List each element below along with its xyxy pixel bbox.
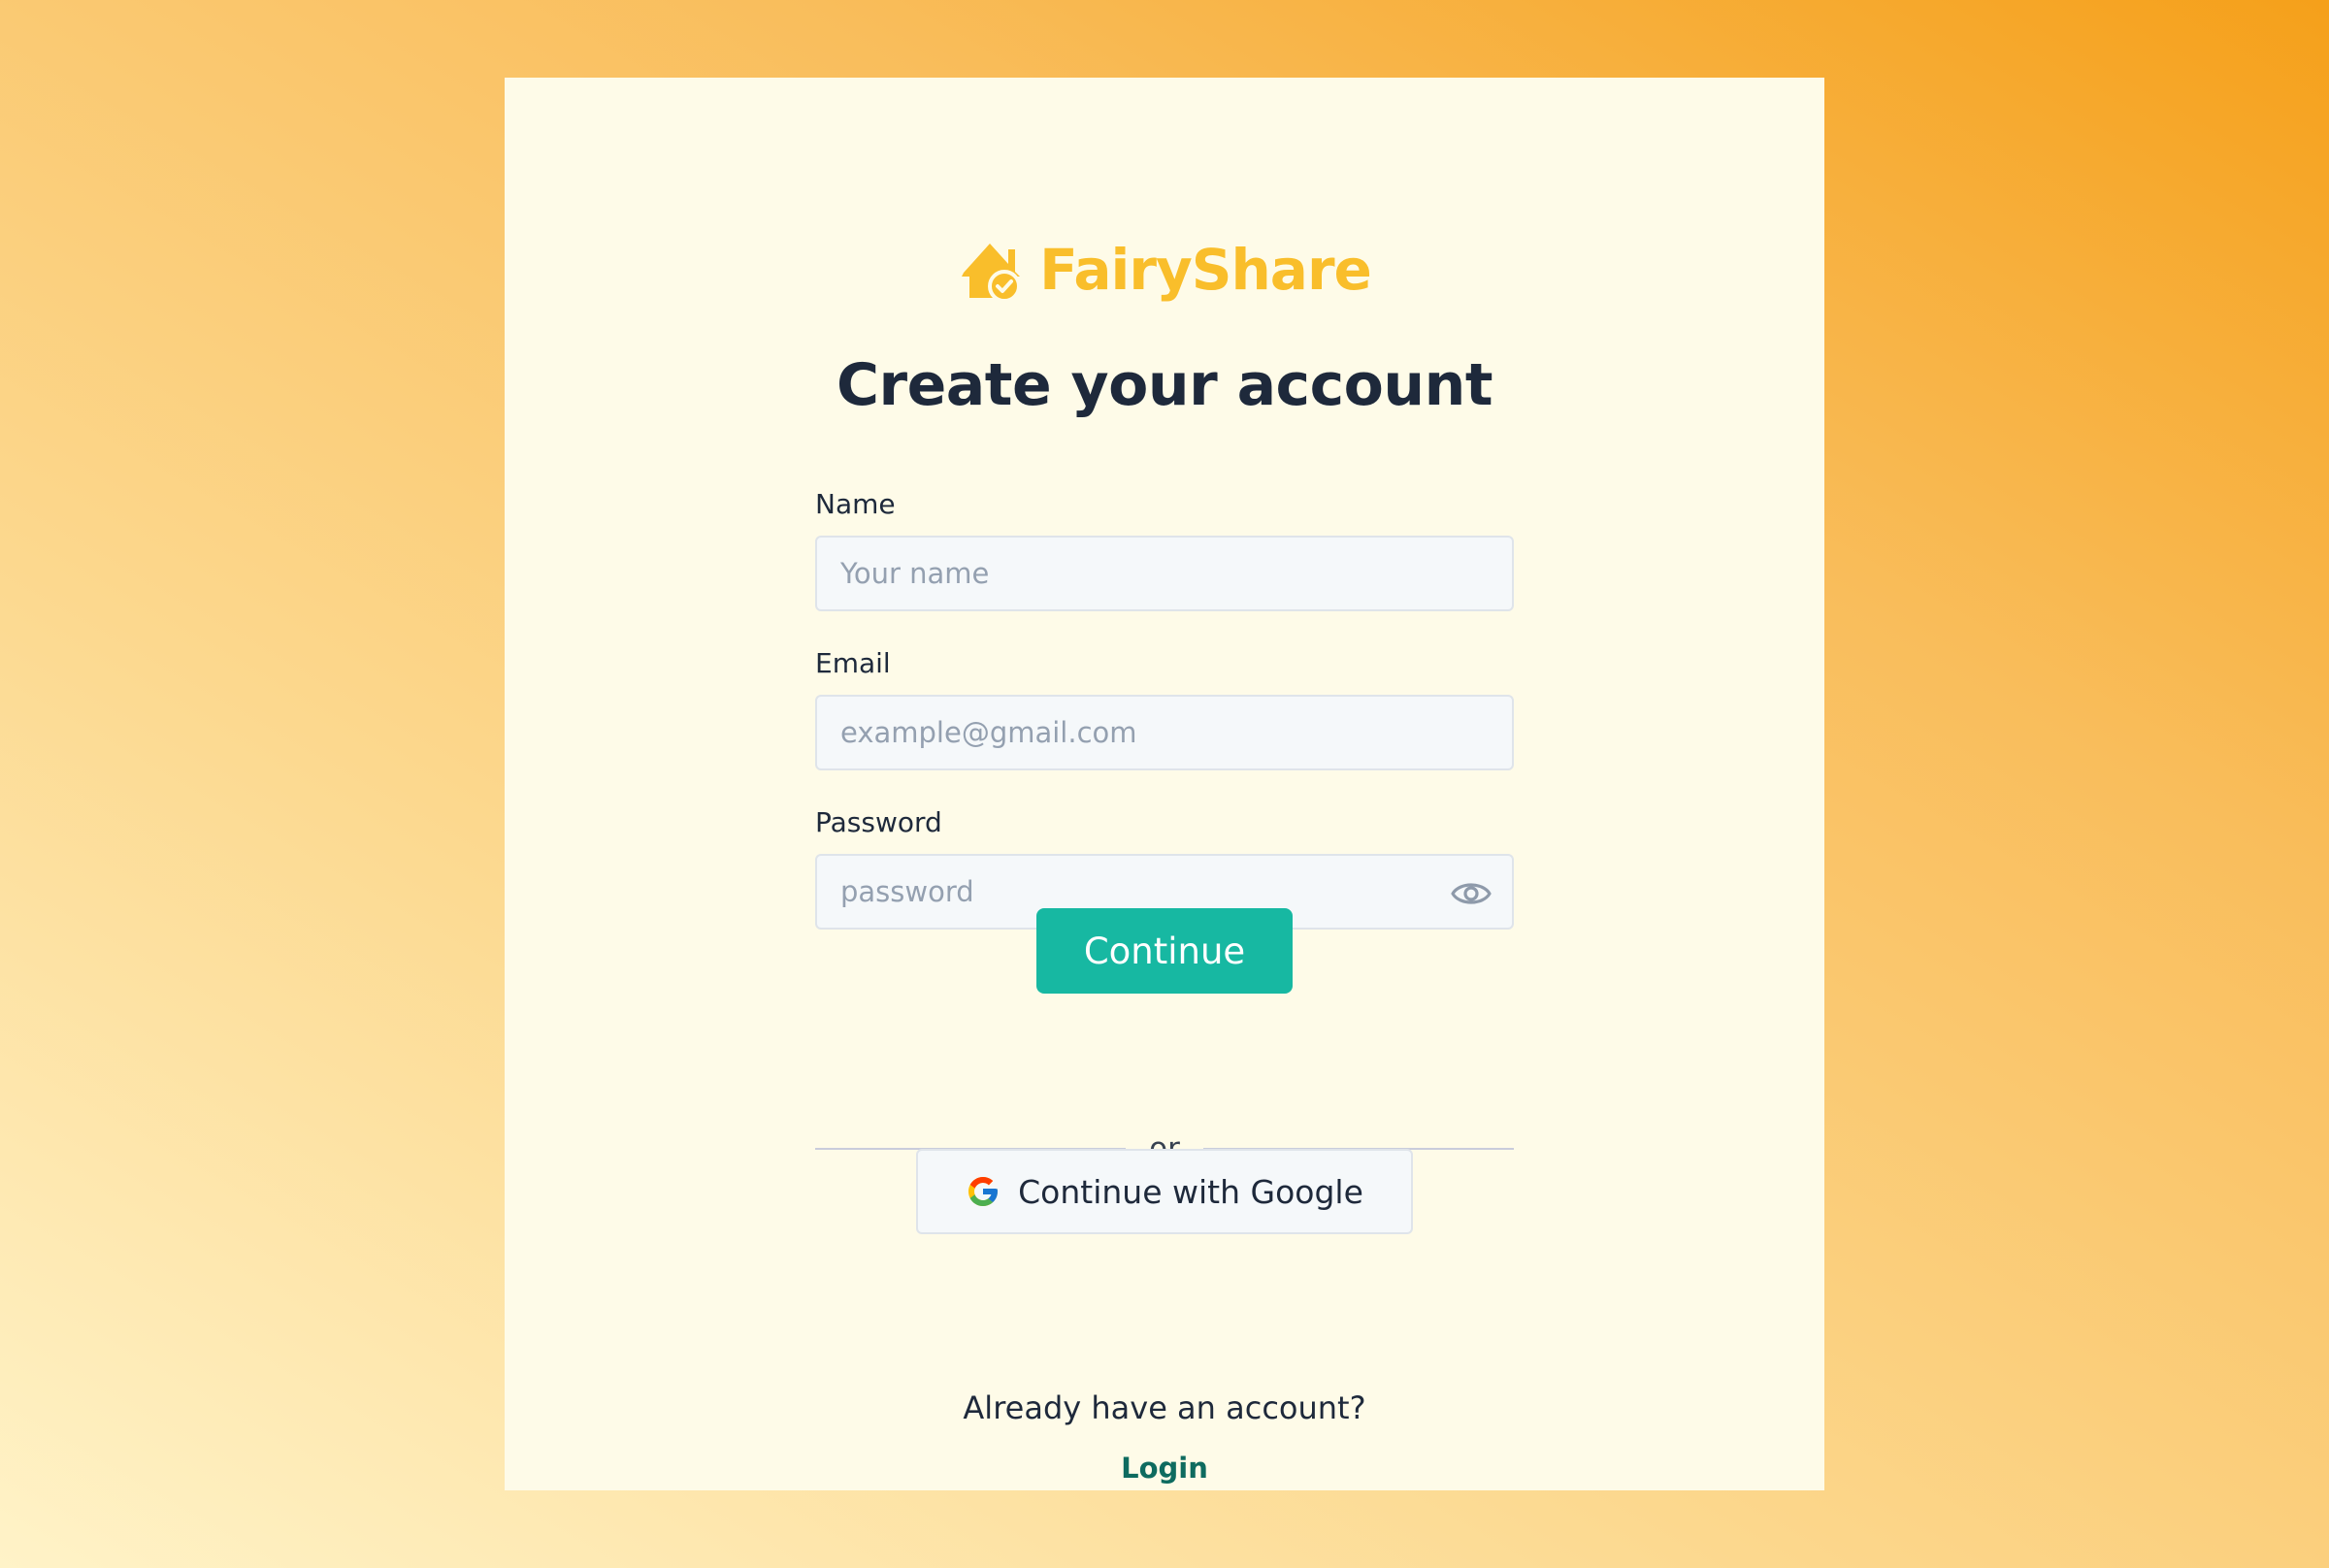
signup-card: FairyShare Create your account Name Emai… (505, 78, 1824, 1490)
email-input[interactable] (817, 697, 1512, 768)
email-label: Email (815, 647, 891, 679)
brand-name: FairyShare (1039, 237, 1372, 303)
google-button-label: Continue with Google (1018, 1172, 1363, 1211)
google-icon (968, 1177, 999, 1206)
login-prompt: Already have an account? (963, 1389, 1366, 1426)
name-input[interactable] (817, 538, 1512, 609)
eye-icon[interactable] (1450, 874, 1493, 913)
name-label: Name (815, 488, 896, 520)
google-signin-button[interactable]: Continue with Google (916, 1149, 1413, 1234)
login-link[interactable]: Login (1121, 1452, 1208, 1485)
password-label: Password (815, 806, 942, 838)
email-field (815, 695, 1514, 770)
login-link-wrapper: Login (505, 1452, 1824, 1485)
name-field (815, 536, 1514, 611)
page-title: Create your account (836, 351, 1493, 419)
continue-button[interactable]: Continue (1036, 908, 1293, 994)
house-check-icon (962, 244, 1022, 303)
brand-logo: FairyShare (505, 233, 1824, 307)
